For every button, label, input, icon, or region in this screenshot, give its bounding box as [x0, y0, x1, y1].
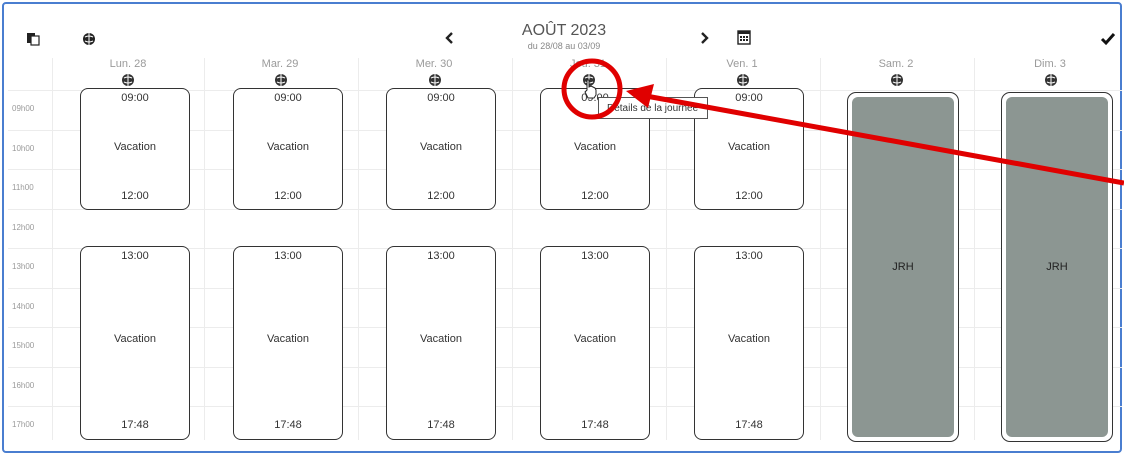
month-title: AOÛT 2023: [521, 22, 607, 39]
chevron-left-icon[interactable]: [444, 31, 456, 45]
calendar-frame: AOÛT 2023 du 28/08 au 03/09 09h00 10h00 …: [2, 2, 1122, 453]
shift-label: Vacation: [728, 141, 770, 153]
grid-line: [204, 58, 205, 440]
shift-end-time: 12:00: [274, 190, 302, 202]
day-header[interactable]: Ven. 1: [666, 58, 818, 70]
day-header[interactable]: Dim. 3: [974, 58, 1124, 70]
shift-label: Vacation: [114, 333, 156, 345]
shift-start-time: 13:00: [735, 250, 763, 262]
shift-card-afternoon[interactable]: 13:00 Vacation 17:48: [540, 246, 650, 440]
day-header[interactable]: Sam. 2: [820, 58, 972, 70]
shift-end-time: 12:00: [581, 190, 609, 202]
shift-card-afternoon[interactable]: 13:00 Vacation 17:48: [386, 246, 496, 440]
day-details-globe-icon[interactable]: [1044, 73, 1058, 87]
shift-label: Vacation: [420, 333, 462, 345]
shift-start-time: 13:00: [581, 250, 609, 262]
day-details-globe-icon[interactable]: [428, 73, 442, 87]
shift-label: Vacation: [267, 141, 309, 153]
shift-card-morning[interactable]: 09:00 Vacation 12:00: [694, 88, 804, 210]
shift-start-time: 09:00: [121, 92, 149, 104]
shift-end-time: 17:48: [427, 419, 455, 431]
hour-label: 10h00: [12, 144, 35, 153]
shift-start-time: 09:00: [427, 92, 455, 104]
grid-line: [974, 58, 975, 440]
shift-end-time: 12:00: [735, 190, 763, 202]
tooltip: Détails de la journée: [598, 97, 708, 119]
hour-label: 12h00: [12, 223, 35, 232]
shift-end-time: 12:00: [121, 190, 149, 202]
shift-start-time: 13:00: [274, 250, 302, 262]
shift-label: Vacation: [420, 141, 462, 153]
day-details-globe-icon[interactable]: [121, 73, 135, 87]
shift-card-afternoon[interactable]: 13:00 Vacation 17:48: [233, 246, 343, 440]
hour-label: 09h00: [12, 104, 35, 113]
shift-end-time: 17:48: [581, 419, 609, 431]
shift-end-time: 17:48: [121, 419, 149, 431]
hour-label: 16h00: [12, 381, 35, 390]
hour-label: 17h00: [12, 420, 35, 429]
shift-card-afternoon[interactable]: 13:00 Vacation 17:48: [694, 246, 804, 440]
shift-card-morning[interactable]: 09:00 Vacation 12:00: [233, 88, 343, 210]
toolbar: AOÛT 2023 du 28/08 au 03/09: [4, 4, 1120, 56]
day-details-globe-icon[interactable]: [736, 73, 750, 87]
calendar-icon[interactable]: [737, 29, 751, 45]
shift-card-morning[interactable]: 09:00 Vacation 12:00: [80, 88, 190, 210]
rest-day-label: JRH: [1046, 261, 1068, 273]
day-details-globe-icon[interactable]: [274, 73, 288, 87]
copy-icon[interactable]: [26, 32, 40, 46]
rest-day-card[interactable]: JRH: [1001, 92, 1113, 442]
shift-card-morning[interactable]: 09:00 Vacation 12:00: [386, 88, 496, 210]
grid-line: [52, 58, 53, 440]
shift-label: Vacation: [574, 141, 616, 153]
shift-start-time: 13:00: [427, 250, 455, 262]
day-header[interactable]: Lun. 28: [52, 58, 204, 70]
shift-end-time: 17:48: [735, 419, 763, 431]
checkmark-icon[interactable]: [1100, 32, 1116, 46]
shift-label: Vacation: [114, 141, 156, 153]
shift-end-time: 12:00: [427, 190, 455, 202]
shift-start-time: 09:00: [735, 92, 763, 104]
day-header[interactable]: Jeu. 31: [512, 58, 664, 70]
day-details-globe-icon[interactable]: [890, 73, 904, 87]
shift-start-time: 09:00: [274, 92, 302, 104]
week-range: du 28/08 au 03/09: [527, 41, 601, 51]
shift-label: Vacation: [574, 333, 616, 345]
rest-day-label: JRH: [892, 261, 914, 273]
shift-end-time: 17:48: [274, 419, 302, 431]
day-header[interactable]: Mer. 30: [358, 58, 510, 70]
hour-label: 15h00: [12, 341, 35, 350]
grid-line: [820, 58, 821, 440]
shift-label: Vacation: [267, 333, 309, 345]
shift-label: Vacation: [728, 333, 770, 345]
grid-line: [512, 58, 513, 440]
rest-day-card[interactable]: JRH: [847, 92, 959, 442]
grid-line: [358, 58, 359, 440]
shift-card-afternoon[interactable]: 13:00 Vacation 17:48: [80, 246, 190, 440]
day-details-globe-icon[interactable]: [582, 73, 596, 87]
hour-label: 13h00: [12, 262, 35, 271]
shift-start-time: 13:00: [121, 250, 149, 262]
chevron-right-icon[interactable]: [698, 31, 710, 45]
day-header[interactable]: Mar. 29: [204, 58, 356, 70]
hour-label: 14h00: [12, 302, 35, 311]
globe-icon[interactable]: [82, 32, 96, 46]
hour-label: 11h00: [12, 183, 34, 192]
